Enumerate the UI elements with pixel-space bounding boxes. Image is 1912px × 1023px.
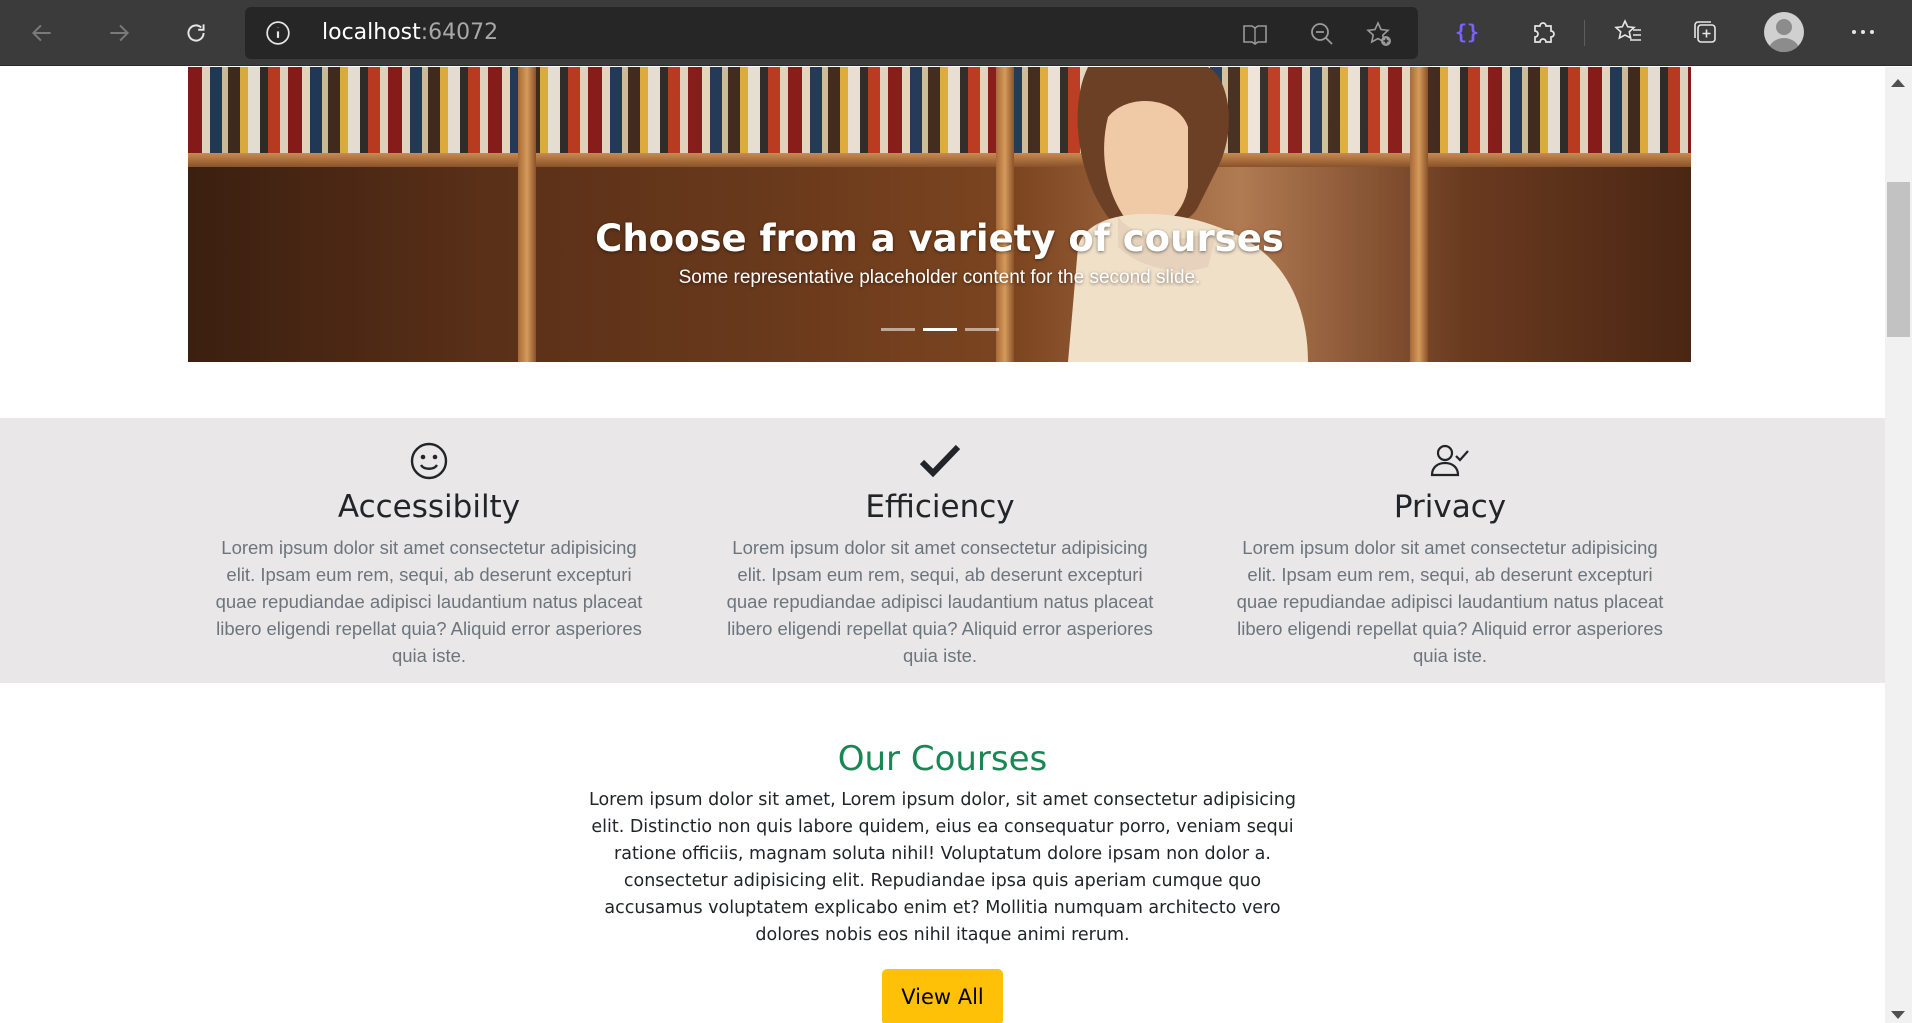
feature-accessibility: Accessibilty Lorem ipsum dolor sit amet … bbox=[194, 418, 664, 669]
carousel-caption: Choose from a variety of courses Some re… bbox=[188, 217, 1691, 289]
shelf-post bbox=[518, 67, 536, 362]
feature-efficiency: Efficiency Lorem ipsum dolor sit amet co… bbox=[705, 418, 1175, 669]
scroll-up-arrow-icon[interactable] bbox=[1891, 79, 1905, 87]
feature-title: Privacy bbox=[1393, 489, 1507, 525]
courses-description: Lorem ipsum dolor sit amet, Lorem ipsum … bbox=[589, 790, 1296, 945]
page-scrollbar[interactable] bbox=[1885, 67, 1912, 1023]
courses-title: Our Courses bbox=[837, 739, 1048, 779]
carousel-indicators bbox=[188, 328, 1691, 331]
carousel-subtitle: Some representative placeholder content … bbox=[678, 267, 1201, 288]
feature-text: Lorem ipsum dolor sit amet consectetur a… bbox=[215, 537, 643, 666]
carousel-title: Choose from a variety of courses bbox=[595, 217, 1284, 260]
profile-avatar-icon[interactable] bbox=[1764, 12, 1804, 52]
forward-arrow-icon[interactable] bbox=[99, 13, 139, 53]
back-arrow-icon[interactable] bbox=[22, 13, 62, 53]
carousel-indicator-3[interactable] bbox=[964, 328, 999, 331]
shelf-post bbox=[996, 67, 1014, 362]
more-menu-icon[interactable] bbox=[1846, 15, 1880, 49]
smiley-icon bbox=[194, 438, 664, 484]
toolbar-separator bbox=[1584, 20, 1585, 46]
view-all-button[interactable]: View All bbox=[882, 969, 1003, 1023]
carousel-indicator-1[interactable] bbox=[880, 328, 915, 331]
favorites-icon[interactable] bbox=[1611, 15, 1645, 49]
address-bar[interactable]: localhost:64072 bbox=[245, 7, 1418, 59]
devtools-extension-icon[interactable]: {} bbox=[1448, 15, 1482, 49]
add-favorite-icon[interactable] bbox=[1365, 20, 1393, 48]
person-check-icon bbox=[1215, 438, 1685, 484]
checkmark-icon bbox=[705, 438, 1175, 484]
feature-privacy: Privacy Lorem ipsum dolor sit amet conse… bbox=[1215, 418, 1685, 669]
feature-text: Lorem ipsum dolor sit amet consectetur a… bbox=[1236, 537, 1664, 666]
hero-carousel[interactable]: Choose from a variety of courses Some re… bbox=[188, 67, 1691, 362]
url-text[interactable]: localhost:64072 bbox=[322, 20, 498, 46]
info-icon[interactable] bbox=[265, 20, 291, 46]
feature-title: Efficiency bbox=[865, 489, 1015, 525]
page-viewport: Choose from a variety of courses Some re… bbox=[0, 67, 1885, 1023]
scroll-thumb[interactable] bbox=[1887, 182, 1910, 337]
browser-toolbar: localhost:64072 {} bbox=[0, 0, 1912, 66]
svg-text:{}: {} bbox=[1455, 20, 1479, 44]
courses-section: Our Courses Lorem ipsum dolor sit amet, … bbox=[0, 737, 1885, 1023]
feature-text: Lorem ipsum dolor sit amet consectetur a… bbox=[726, 537, 1154, 666]
carousel-indicator-2[interactable] bbox=[922, 328, 957, 331]
refresh-icon[interactable] bbox=[176, 13, 216, 53]
immersive-reader-icon[interactable] bbox=[1241, 20, 1269, 48]
woman-reading-image bbox=[1068, 67, 1308, 362]
zoom-out-icon[interactable] bbox=[1308, 20, 1336, 48]
feature-title: Accessibilty bbox=[337, 489, 521, 525]
puzzle-piece-icon[interactable] bbox=[1526, 15, 1560, 49]
scroll-down-arrow-icon[interactable] bbox=[1891, 1011, 1905, 1019]
features-section: Accessibilty Lorem ipsum dolor sit amet … bbox=[0, 418, 1885, 683]
collections-icon[interactable] bbox=[1688, 15, 1722, 49]
